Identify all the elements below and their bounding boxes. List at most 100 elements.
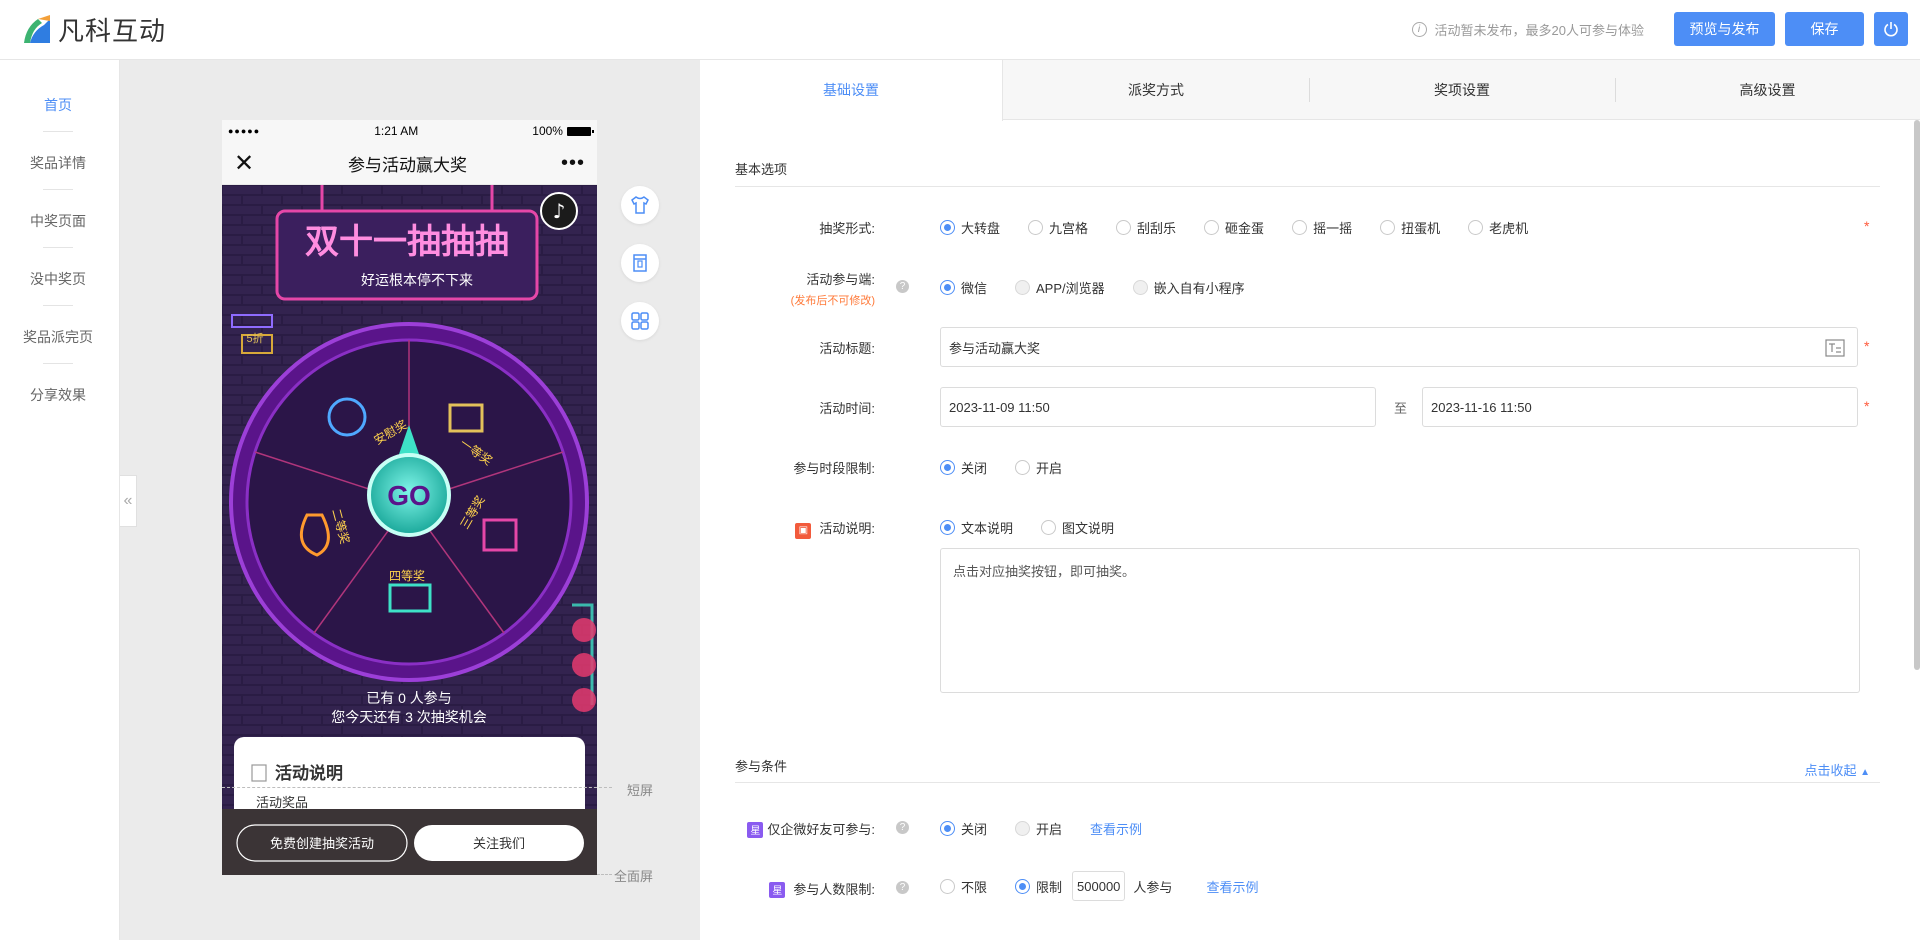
platform-option[interactable]: APP/浏览器 <box>1015 278 1105 297</box>
save-button[interactable]: 保存 <box>1785 12 1864 46</box>
caret-up-icon: ▲ <box>1860 767 1870 778</box>
publish-tip: i 活动暂未发布，最多20人可参与体验 <box>1411 20 1644 39</box>
nav-divider <box>43 247 73 248</box>
chances-text: 您今天还有 3 次抽奖机会 <box>331 709 487 725</box>
more-icon[interactable]: ••• <box>561 152 585 175</box>
platform-option[interactable]: 微信 <box>940 278 987 297</box>
battery-percent: 100% <box>532 124 563 138</box>
nav-divider <box>43 189 73 190</box>
preview-publish-button[interactable]: 预览与发布 <box>1674 12 1775 46</box>
nav-item-prize-detail[interactable]: 奖品详情 <box>0 153 116 173</box>
double-chevron-left-icon: « <box>123 492 133 509</box>
signal-icon: ●●●●● <box>228 126 261 136</box>
help-icon[interactable]: ? <box>896 821 909 834</box>
required-mark: * <box>1864 218 1870 234</box>
phone-nav-title: 参与活动赢大奖 <box>348 155 468 175</box>
component-tool[interactable] <box>621 302 659 340</box>
nav-item-win-page[interactable]: 中奖页面 <box>0 211 116 231</box>
battery-icon <box>566 127 594 137</box>
lottery-form-option[interactable]: 摇一摇 <box>1292 218 1352 237</box>
time-separator: 至 <box>1394 401 1408 416</box>
power-button[interactable] <box>1874 12 1908 46</box>
phone-status-bar: ●●●●● 1:21 AM 100% <box>222 120 597 142</box>
status-time: 1:21 AM <box>374 124 419 138</box>
tab-award-method[interactable]: 派奖方式 <box>1003 60 1309 120</box>
power-icon <box>1884 22 1898 37</box>
help-icon[interactable]: ? <box>896 280 909 293</box>
wecom-example-link[interactable]: 查看示例 <box>1090 819 1142 838</box>
logo[interactable]: 凡科互动 <box>20 0 166 60</box>
lottery-form-option[interactable]: 大转盘 <box>940 218 1000 237</box>
svg-text:♪: ♪ <box>553 199 566 223</box>
participant-limit-label: 星参与人数限制: <box>700 879 875 898</box>
required-mark: * <box>1864 398 1870 414</box>
platform-option[interactable]: 嵌入自有小程序 <box>1132 278 1245 297</box>
collapse-section-link[interactable]: 点击收起 ▲ <box>1804 760 1870 779</box>
nav-item-out-of-prize-page[interactable]: 奖品派完页 <box>0 327 116 347</box>
short-screen-label: 短屏 <box>627 783 654 798</box>
period-limit-options: 关闭 开启 <box>940 458 1090 477</box>
nav-item-share-effect[interactable]: 分享效果 <box>0 385 116 405</box>
theme-tool[interactable] <box>621 186 659 224</box>
text-format-icon[interactable] <box>1825 339 1845 357</box>
collapse-nav-button[interactable]: « <box>120 475 137 527</box>
activity-title-input[interactable]: 参与活动赢大奖 <box>940 327 1858 367</box>
phone-preview: ●●●●● 1:21 AM 100% ✕ 参与活动赢大奖 ••• 双十一抽抽抽 … <box>222 120 597 875</box>
participant-limit-option[interactable]: 不限 <box>940 877 987 896</box>
lottery-background: 双十一抽抽抽 好运根本停不下来 5折 安慰奖 一等奖 二等奖 三等奖 四等奖 G… <box>222 185 597 875</box>
nav-item-lose-page[interactable]: 没中奖页 <box>0 269 116 289</box>
activity-desc-options: 文本说明 图文说明 <box>940 518 1142 537</box>
participant-limit-option[interactable]: 限制 <box>1015 877 1062 896</box>
activity-desc-textarea[interactable]: 点击对应抽奖按钮，即可抽奖。 <box>940 548 1860 693</box>
discount-tag: 5折 <box>246 331 263 345</box>
lottery-form-option[interactable]: 九宫格 <box>1028 218 1088 237</box>
close-icon[interactable]: ✕ <box>234 149 254 178</box>
lottery-stage: 双十一抽抽抽 好运根本停不下来 5折 安慰奖 一等奖 二等奖 三等奖 四等奖 G… <box>222 185 597 875</box>
tab-advanced[interactable]: 高级设置 <box>1615 60 1920 120</box>
participant-limit-input[interactable]: 500000 <box>1072 871 1126 901</box>
logo-mark-icon <box>24 14 50 43</box>
nav-divider <box>43 131 73 132</box>
section-basic-title: 基本选项 <box>735 162 788 177</box>
participant-limit-options: 不限 限制 500000 人参与 查看示例 <box>940 868 1258 904</box>
publish-tip-text: 活动暂未发布，最多20人可参与体验 <box>1434 22 1644 38</box>
platform-options: 微信 APP/浏览器 嵌入自有小程序 <box>940 278 1273 297</box>
preview-tools <box>621 186 659 360</box>
star-badge-icon: 星 <box>747 821 764 838</box>
banner-title: 双十一抽抽抽 <box>305 223 509 261</box>
lottery-form-label: 抽奖形式: <box>819 221 875 236</box>
activity-title-label: 活动标题: <box>819 341 875 356</box>
platform-note: (发布后不可修改) <box>790 295 875 307</box>
lottery-form-option[interactable]: 砸金蛋 <box>1204 218 1264 237</box>
wecom-only-options: 关闭 开启 查看示例 <box>940 819 1142 838</box>
lottery-form-option[interactable]: 刮刮乐 <box>1116 218 1176 237</box>
activity-desc-option[interactable]: 文本说明 <box>940 518 1013 537</box>
full-screen-line <box>597 874 612 875</box>
lottery-form-option[interactable]: 老虎机 <box>1468 218 1528 237</box>
period-limit-option[interactable]: 关闭 <box>940 458 987 477</box>
period-limit-option[interactable]: 开启 <box>1015 458 1062 477</box>
nav-divider <box>43 305 73 306</box>
wecom-only-option[interactable]: 开启 <box>1015 819 1062 838</box>
participant-limit-unit: 人参与 <box>1133 879 1173 895</box>
gift-badge-icon: ▣ <box>795 522 812 539</box>
activity-desc-option[interactable]: 图文说明 <box>1041 518 1114 537</box>
grid-icon <box>631 312 649 330</box>
page-tool[interactable] <box>621 244 659 282</box>
start-time-input[interactable]: 2023-11-09 11:50 <box>940 387 1376 427</box>
end-time-input[interactable]: 2023-11-16 11:50 <box>1422 387 1858 427</box>
lottery-form-option[interactable]: 扭蛋机 <box>1380 218 1440 237</box>
tab-prize-settings[interactable]: 奖项设置 <box>1309 60 1615 120</box>
battery-status: 100% <box>532 124 594 138</box>
scrollbar[interactable] <box>1914 120 1920 670</box>
logo-text: 凡科互动 <box>58 16 167 46</box>
create-lottery-label: 免费创建抽奖活动 <box>270 836 374 851</box>
star-badge-icon: 星 <box>769 881 786 898</box>
nav-item-home[interactable]: 首页 <box>0 95 116 115</box>
help-icon[interactable]: ? <box>896 881 909 894</box>
phone-nav-bar: ✕ 参与活动赢大奖 ••• <box>222 142 597 185</box>
info-icon: i <box>1411 21 1427 37</box>
wecom-only-option[interactable]: 关闭 <box>940 819 987 838</box>
participant-limit-example-link[interactable]: 查看示例 <box>1206 877 1258 896</box>
tab-basic[interactable]: 基础设置 <box>700 60 1003 121</box>
